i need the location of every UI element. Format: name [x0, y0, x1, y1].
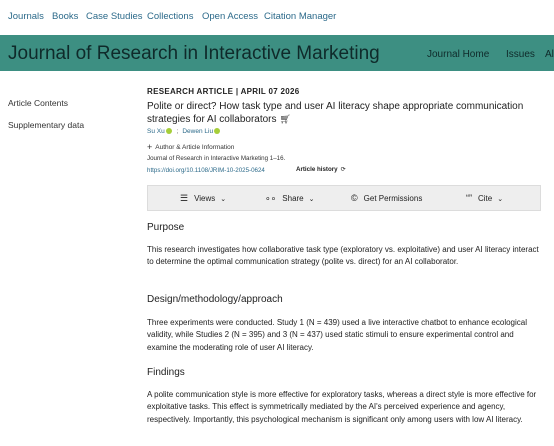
- banner-link-truncated[interactable]: Al: [545, 49, 554, 60]
- sidebar-item-article-contents[interactable]: Article Contents: [8, 98, 68, 108]
- section-heading-design: Design/methodology/approach: [147, 294, 283, 305]
- chevron-down-icon: ⌄: [308, 196, 315, 203]
- section-body-design: Three experiments were conducted. Study …: [147, 318, 527, 352]
- cite-label: Cite: [478, 194, 493, 203]
- section-heading-findings: Findings: [147, 367, 185, 378]
- nav-citation-manager[interactable]: Citation Manager: [264, 11, 336, 22]
- banner-link-journal-home[interactable]: Journal Home: [427, 49, 489, 60]
- share-label: Share: [282, 194, 304, 203]
- journal-banner: Journal of Research in Interactive Marke…: [0, 35, 554, 71]
- article-toolbar: ☰ Views ⌄ ∘∘ Share ⌄ © Get Permissions “” Cite…: [147, 185, 541, 211]
- share-icon: ∘∘: [265, 193, 277, 203]
- nav-open-access[interactable]: Open Access: [202, 11, 258, 22]
- nav-journals[interactable]: Journals: [8, 11, 44, 22]
- views-label: Views: [194, 194, 216, 203]
- publication-date: APRIL 07 2026: [240, 87, 300, 96]
- cart-icon[interactable]: 🛒︎: [280, 113, 291, 126]
- doi-link[interactable]: https://doi.org/10.1108/JRIM-10-2025-062…: [147, 167, 265, 174]
- article-history-label: Article history: [296, 166, 338, 173]
- author-separator: ;: [176, 128, 179, 135]
- author-link[interactable]: Su Xu: [147, 128, 165, 135]
- permissions-label: Get Permissions: [363, 194, 423, 203]
- orcid-icon[interactable]: [214, 128, 221, 134]
- journal-title[interactable]: Journal of Research in Interactive Marke…: [8, 43, 380, 65]
- author-info-toggle[interactable]: + Author & Article Information: [147, 142, 234, 152]
- section-body-purpose: This research investigates how collabora…: [147, 245, 539, 267]
- share-button[interactable]: ∘∘ Share ⌄: [265, 193, 315, 204]
- author-link[interactable]: Dewen Liu: [182, 128, 213, 135]
- section-body-findings: A polite communication style is more eff…: [147, 390, 537, 424]
- orcid-icon[interactable]: [165, 128, 172, 134]
- copyright-icon: ©: [351, 193, 358, 203]
- nav-collections[interactable]: Collections: [147, 11, 193, 22]
- views-icon: ☰: [180, 193, 189, 203]
- author-info-label: Author & Article Information: [155, 144, 235, 151]
- article-type: RESEARCH ARTICLE: [147, 87, 234, 96]
- nav-books[interactable]: Books: [52, 11, 78, 22]
- sidebar-item-supplementary-data[interactable]: Supplementary data: [8, 120, 84, 130]
- chevron-down-icon: ⌄: [220, 196, 227, 203]
- article-title: Polite or direct? How task type and user…: [147, 101, 524, 125]
- author-list: Su Xu; Dewen Liu: [147, 128, 223, 135]
- section-heading-purpose: Purpose: [147, 222, 185, 233]
- article-type-line: RESEARCH ARTICLE | APRIL 07 2026: [147, 87, 300, 96]
- banner-link-issues[interactable]: Issues: [506, 49, 535, 60]
- quote-icon: “”: [466, 193, 472, 203]
- plus-icon: +: [147, 142, 153, 152]
- views-button[interactable]: ☰ Views ⌄: [180, 193, 226, 204]
- cite-button[interactable]: “” Cite ⌄: [466, 193, 503, 203]
- nav-case-studies[interactable]: Case Studies: [86, 11, 143, 22]
- citation-line: Journal of Research in Interactive Marke…: [147, 155, 286, 162]
- history-icon: ⟳: [340, 166, 346, 173]
- chevron-down-icon: ⌄: [497, 196, 504, 203]
- article-history-toggle[interactable]: Article history ⟳: [296, 166, 346, 173]
- article-title-block: Polite or direct? How task type and user…: [147, 100, 547, 126]
- top-navigation: Journals Books Case Studies Collections …: [0, 0, 554, 34]
- get-permissions-button[interactable]: © Get Permissions: [351, 193, 422, 203]
